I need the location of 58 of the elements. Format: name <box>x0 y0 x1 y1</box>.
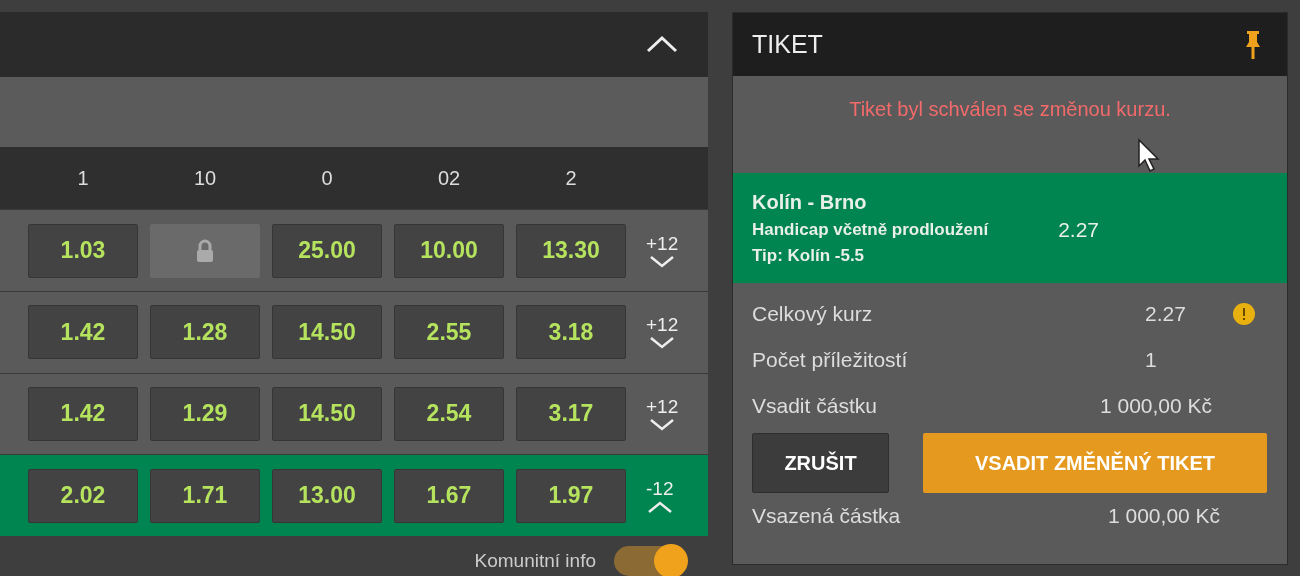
odds-button[interactable]: 25.00 <box>272 223 382 278</box>
odds-button[interactable]: 1.29 <box>150 386 260 441</box>
column-header: 0 <box>320 166 334 190</box>
summary-label: Vsadit částku <box>752 394 878 418</box>
odds-row[interactable]: 1.42 1.29 14.50 2.54 3.17 +12 <box>0 372 708 455</box>
odds-button[interactable]: 1.42 <box>28 305 138 360</box>
summary-label: Celkový kurz <box>752 302 874 326</box>
odds-row[interactable]: 2.02 1.71 13.00 1.67 1.97 -12 <box>0 454 708 536</box>
staked-value: 1 000,00 Kč <box>1108 504 1222 528</box>
selection-odd: 2.27 <box>1058 218 1100 242</box>
more-markets-button[interactable]: +12 <box>646 314 679 351</box>
chevron-down-icon <box>649 336 676 351</box>
cursor-icon <box>1137 138 1163 174</box>
match-name: Kolín - Brno <box>752 190 868 214</box>
staked-label: Vsazená částka <box>752 504 902 528</box>
odds-button[interactable]: 3.18 <box>516 305 626 360</box>
more-markets-button[interactable]: -12 <box>646 477 674 514</box>
market-name: Handicap včetně prodloužení <box>752 219 989 240</box>
odds-row[interactable]: 1.42 1.28 14.50 2.55 3.18 +12 <box>0 290 708 373</box>
column-header: 10 <box>192 166 218 190</box>
summary-value: 2.27 <box>1145 302 1187 326</box>
odds-button[interactable]: 2.02 <box>28 468 138 523</box>
summary-value: 1 <box>1145 348 1158 372</box>
odds-row[interactable]: 1.03 25.00 10.00 13.30 +12 <box>0 209 708 291</box>
odds-button[interactable]: 1.03 <box>28 223 138 278</box>
lock-icon <box>195 238 215 263</box>
odds-button[interactable]: 1.28 <box>150 305 260 360</box>
tip-text: Tip: Kolín -5.5 <box>752 245 866 266</box>
pin-icon[interactable] <box>1245 29 1261 60</box>
chevron-up-icon <box>646 499 673 514</box>
odds-button[interactable]: 2.55 <box>394 305 504 360</box>
odds-button[interactable]: 13.00 <box>272 468 382 523</box>
odds-button[interactable]: 2.54 <box>394 386 504 441</box>
community-info-label: Komunitní info <box>474 550 596 572</box>
column-header: 1 <box>76 166 90 190</box>
odds-button[interactable]: 10.00 <box>394 223 504 278</box>
status-message: Tiket byl schválen se změnou kurzu. <box>849 98 1171 121</box>
chevron-down-icon <box>649 254 676 269</box>
odds-button[interactable]: 14.50 <box>272 305 382 360</box>
odds-button[interactable]: 1.42 <box>28 386 138 441</box>
odds-button[interactable]: 3.17 <box>516 386 626 441</box>
toggle-switch[interactable] <box>614 546 686 576</box>
more-markets-button[interactable]: +12 <box>646 395 679 432</box>
odds-button[interactable]: 1.71 <box>150 468 260 523</box>
odds-button[interactable]: 1.67 <box>394 468 504 523</box>
chevron-up-icon <box>646 34 678 55</box>
more-markets-button[interactable]: +12 <box>646 232 679 269</box>
odds-button[interactable]: 14.50 <box>272 386 382 441</box>
column-header: 2 <box>564 166 578 190</box>
summary-label: Počet příležitostí <box>752 348 909 372</box>
odds-button[interactable]: 13.30 <box>516 223 626 278</box>
summary-value: 1 000,00 Kč <box>1099 394 1214 418</box>
warning-icon <box>1233 303 1255 325</box>
odds-button[interactable]: 1.97 <box>516 468 626 523</box>
cancel-button[interactable]: ZRUŠIT <box>752 433 889 493</box>
chevron-down-icon <box>649 417 676 432</box>
ticket-title: TIKET <box>752 30 823 59</box>
column-header: 02 <box>436 166 462 190</box>
